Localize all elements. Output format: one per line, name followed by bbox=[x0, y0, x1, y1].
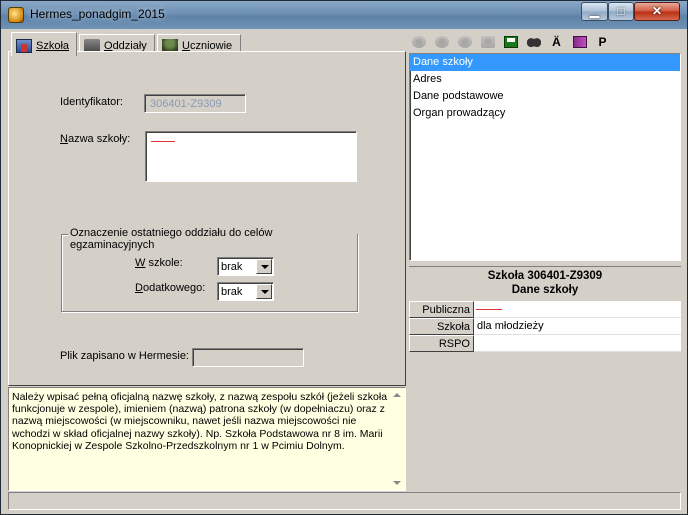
people-move-icon[interactable] bbox=[455, 33, 474, 52]
identifier-field: 306401-Z9309 bbox=[144, 94, 246, 113]
property-row[interactable]: Szkoła dla młodzieży bbox=[409, 318, 681, 335]
chevron-down-icon[interactable] bbox=[256, 259, 272, 274]
dodatkowego-label: Dodatkowego: bbox=[135, 282, 206, 294]
info-subtitle: Dane szkoły bbox=[511, 284, 579, 296]
p-icon[interactable]: P bbox=[593, 33, 612, 52]
binoculars-icon[interactable] bbox=[524, 33, 543, 52]
a-umlaut-icon[interactable]: Ä bbox=[547, 33, 566, 52]
hermes-app-icon[interactable] bbox=[8, 7, 24, 23]
list-item-dane-podstawowe[interactable]: Dane podstawowe bbox=[410, 88, 680, 105]
required-marker bbox=[151, 141, 175, 142]
chevron-down-icon[interactable] bbox=[256, 284, 272, 299]
info-title: Szkoła 306401-Z9309 bbox=[487, 270, 603, 282]
w-szkole-select[interactable]: brak bbox=[217, 257, 274, 276]
property-grid: Publiczna Szkoła dla młodzieży RSPO bbox=[409, 301, 681, 352]
property-key[interactable]: Szkoła bbox=[409, 318, 474, 335]
dodatkowego-select[interactable]: brak bbox=[217, 282, 274, 301]
dodatkowego-value: brak bbox=[221, 286, 243, 298]
tab-label: Szkoła bbox=[36, 39, 70, 52]
minimize-button[interactable]: ▁ bbox=[581, 2, 608, 21]
maximize-button[interactable]: □ bbox=[608, 2, 634, 21]
property-value[interactable] bbox=[476, 335, 477, 352]
scroll-down-icon[interactable] bbox=[393, 481, 401, 485]
title-bar[interactable]: Hermes_ponadgim_2015 ▁ □ ✕ bbox=[1, 1, 687, 29]
save-icon[interactable] bbox=[501, 33, 520, 52]
people-group-icon[interactable] bbox=[432, 33, 451, 52]
scroll-up-icon[interactable] bbox=[393, 393, 401, 397]
school-name-input[interactable] bbox=[145, 131, 357, 182]
saved-label: Plik zapisano w Hermesie: bbox=[60, 350, 189, 362]
hint-text: Należy wpisać pełną oficjalną nazwę szko… bbox=[12, 391, 388, 452]
school-form-panel: Identyfikator: 306401-Z9309 Nazwa szkoły… bbox=[8, 51, 406, 386]
people-plus-icon[interactable] bbox=[409, 33, 428, 52]
property-key[interactable]: Publiczna bbox=[409, 301, 474, 318]
hint-scrollbar[interactable] bbox=[389, 388, 405, 490]
info-header: Szkoła 306401-Z9309 Dane szkoły bbox=[409, 266, 681, 298]
status-bar bbox=[8, 492, 681, 510]
client-area: Szkoła Oddziały Uczniowie Identyfikator:… bbox=[5, 29, 684, 513]
tab-szkola[interactable]: Szkoła bbox=[11, 32, 77, 56]
required-marker bbox=[476, 309, 502, 310]
section-list[interactable]: Dane szkoły Adres Dane podstawowe Organ … bbox=[409, 53, 681, 261]
saved-field bbox=[192, 348, 304, 367]
property-value[interactable]: dla młodzieży bbox=[476, 318, 544, 335]
list-item-adres[interactable]: Adres bbox=[410, 71, 680, 88]
school-name-label: Nazwa szkoły: bbox=[60, 133, 131, 145]
w-szkole-label: W szkole: bbox=[135, 257, 183, 269]
close-button[interactable]: ✕ bbox=[634, 2, 680, 21]
right-empty-area bbox=[409, 352, 681, 491]
exam-class-groupbox: Oznaczenie ostatniego oddziału do celów … bbox=[61, 227, 358, 312]
identifier-label: Identyfikator: bbox=[60, 96, 123, 108]
w-szkole-value: brak bbox=[221, 261, 243, 273]
list-item-dane-szkoly[interactable]: Dane szkoły bbox=[410, 54, 680, 71]
list-item-organ-prowadzacy[interactable]: Organ prowadzący bbox=[410, 105, 680, 122]
property-row[interactable]: Publiczna bbox=[409, 301, 681, 318]
window-title: Hermes_ponadgim_2015 bbox=[30, 7, 165, 21]
groupbox-title: Oznaczenie ostatniego oddziału do celów … bbox=[68, 227, 357, 251]
property-row[interactable]: RSPO bbox=[409, 335, 681, 352]
hint-box: Należy wpisać pełną oficjalną nazwę szko… bbox=[8, 387, 406, 491]
app-window: Hermes_ponadgim_2015 ▁ □ ✕ Szkoła Oddzia… bbox=[0, 0, 688, 515]
school-icon bbox=[16, 38, 32, 53]
book-icon[interactable] bbox=[570, 33, 589, 52]
toolbar: Ä P bbox=[407, 31, 612, 53]
copy-icon[interactable] bbox=[478, 33, 497, 52]
property-key[interactable]: RSPO bbox=[409, 335, 474, 352]
